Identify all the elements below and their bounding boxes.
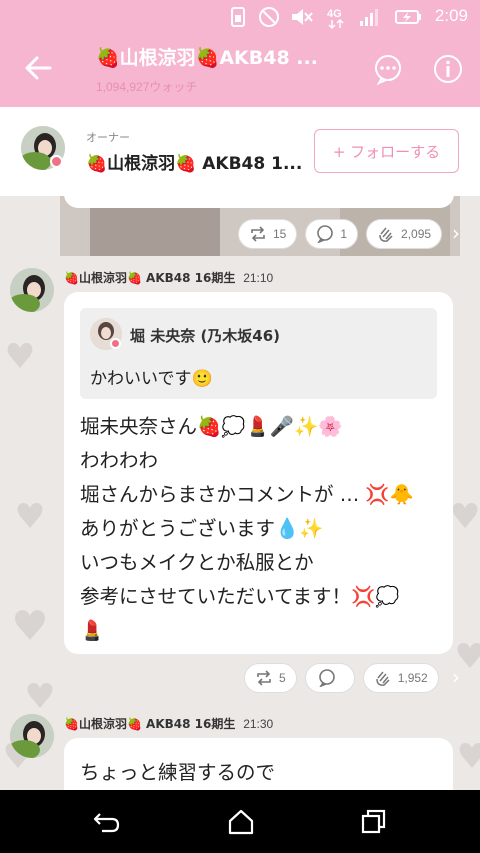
4g-icon: 4G bbox=[327, 8, 344, 30]
svg-text:4G: 4G bbox=[327, 8, 342, 20]
message-text: 堀未央奈さん🍓💭💄🎤✨🌸 わわわわ 堀さんからまさかコメントが … 💢🐥 ありが… bbox=[80, 410, 414, 648]
previous-message-bubble bbox=[64, 196, 454, 208]
page-title: 🍓山根涼羽🍓AKB48 ... bbox=[96, 47, 318, 69]
clap-button[interactable]: 1,952 bbox=[362, 663, 439, 693]
comment-button[interactable]: 1 bbox=[305, 219, 359, 249]
repost-icon bbox=[251, 226, 265, 242]
status-bar: 4G 2:09 bbox=[0, 0, 480, 33]
navigation-bar bbox=[0, 790, 480, 853]
author-avatar[interactable] bbox=[10, 268, 54, 312]
quote-text: かわいいです🙂 bbox=[90, 369, 213, 389]
clap-icon bbox=[379, 227, 393, 242]
info-icon[interactable] bbox=[432, 53, 464, 85]
message-line: いつもメイクとか私服とか bbox=[80, 551, 314, 574]
clap-icon bbox=[375, 671, 390, 686]
message-bubble[interactable]: 堀 未央奈 (乃木坂46) かわいいです🙂 堀未央奈さん🍓💭💄🎤✨🌸 わわわわ … bbox=[64, 292, 453, 654]
repost-button[interactable]: 15 bbox=[238, 219, 298, 249]
back-nav-icon[interactable] bbox=[92, 808, 122, 836]
comment-count: 1 bbox=[340, 227, 348, 241]
battery-charging-icon bbox=[395, 10, 421, 24]
clap-count: 1,952 bbox=[397, 671, 428, 685]
signal-icon bbox=[360, 9, 378, 26]
message-text: ちょっと練習するので bbox=[80, 761, 276, 784]
post-time: 21:10 bbox=[243, 271, 274, 285]
comment-icon bbox=[318, 669, 335, 687]
message-line: わわわわ bbox=[80, 449, 159, 472]
quoted-comment[interactable]: 堀 未央奈 (乃木坂46) かわいいです🙂 bbox=[80, 308, 437, 399]
message-line: ありがとうございます💧✨ bbox=[80, 517, 324, 540]
recents-nav-icon[interactable] bbox=[360, 808, 388, 836]
verified-badge bbox=[110, 338, 121, 349]
chat-icon[interactable] bbox=[372, 53, 404, 85]
message-line: 堀未央奈さん🍓💭💄🎤✨🌸 bbox=[80, 415, 343, 438]
message-line: 💄 bbox=[80, 619, 105, 642]
clap-button[interactable]: 2,095 bbox=[366, 219, 443, 249]
clock: 2:09 bbox=[434, 6, 468, 25]
reaction-bar: 15 1 2,095 bbox=[238, 219, 443, 249]
message-line: 参考にさせていただいてます！💢💭 bbox=[80, 585, 400, 608]
comment-button[interactable] bbox=[304, 663, 355, 693]
post-time: 21:30 bbox=[243, 717, 274, 731]
repost-button[interactable]: 5 bbox=[244, 663, 297, 693]
owner-panel: オーナー 🍓山根涼羽🍓 AKB48 1... + フォローする bbox=[0, 107, 480, 196]
message-feed[interactable]: 15 1 2,095 › 🍓山根涼羽🍓 AKB48 16期生 21:10 堀 未… bbox=[0, 196, 480, 790]
author-name: 🍓山根涼羽🍓 AKB48 16期生 bbox=[64, 717, 236, 731]
owner-label: オーナー bbox=[86, 131, 130, 144]
dnd-icon bbox=[259, 7, 279, 27]
clap-count: 2,095 bbox=[401, 227, 432, 241]
message-line: 堀さんからまさかコメントが … 💢🐥 bbox=[80, 483, 414, 506]
chevron-right-icon[interactable]: › bbox=[452, 665, 460, 689]
post-meta: 🍓山根涼羽🍓 AKB48 16期生 21:30 bbox=[64, 715, 273, 732]
back-arrow-icon[interactable] bbox=[24, 55, 52, 81]
follow-button[interactable]: + フォローする bbox=[314, 129, 459, 173]
verified-badge bbox=[50, 155, 63, 168]
author-name: 🍓山根涼羽🍓 AKB48 16期生 bbox=[64, 271, 236, 285]
author-avatar[interactable] bbox=[10, 714, 54, 758]
quote-author-name: 堀 未央奈 (乃木坂46) bbox=[130, 327, 281, 345]
watch-count: 1,094,927ウォッチ bbox=[96, 80, 198, 94]
chevron-right-icon[interactable]: › bbox=[452, 221, 460, 245]
repost-icon bbox=[257, 670, 271, 686]
post-meta: 🍓山根涼羽🍓 AKB48 16期生 21:10 bbox=[64, 269, 273, 286]
reaction-bar: 5 1,952 bbox=[244, 663, 439, 693]
app-bar: 🍓山根涼羽🍓AKB48 ... 1,094,927ウォッチ bbox=[0, 33, 480, 107]
repost-count: 5 bbox=[279, 671, 286, 685]
sim-icon bbox=[231, 7, 245, 27]
mute-icon bbox=[292, 9, 313, 25]
comment-icon bbox=[317, 225, 334, 243]
message-bubble[interactable]: ちょっと練習するので bbox=[64, 738, 453, 790]
repost-count: 15 bbox=[273, 227, 287, 241]
owner-name[interactable]: 🍓山根涼羽🍓 AKB48 1... bbox=[86, 149, 302, 174]
home-nav-icon[interactable] bbox=[227, 808, 255, 836]
